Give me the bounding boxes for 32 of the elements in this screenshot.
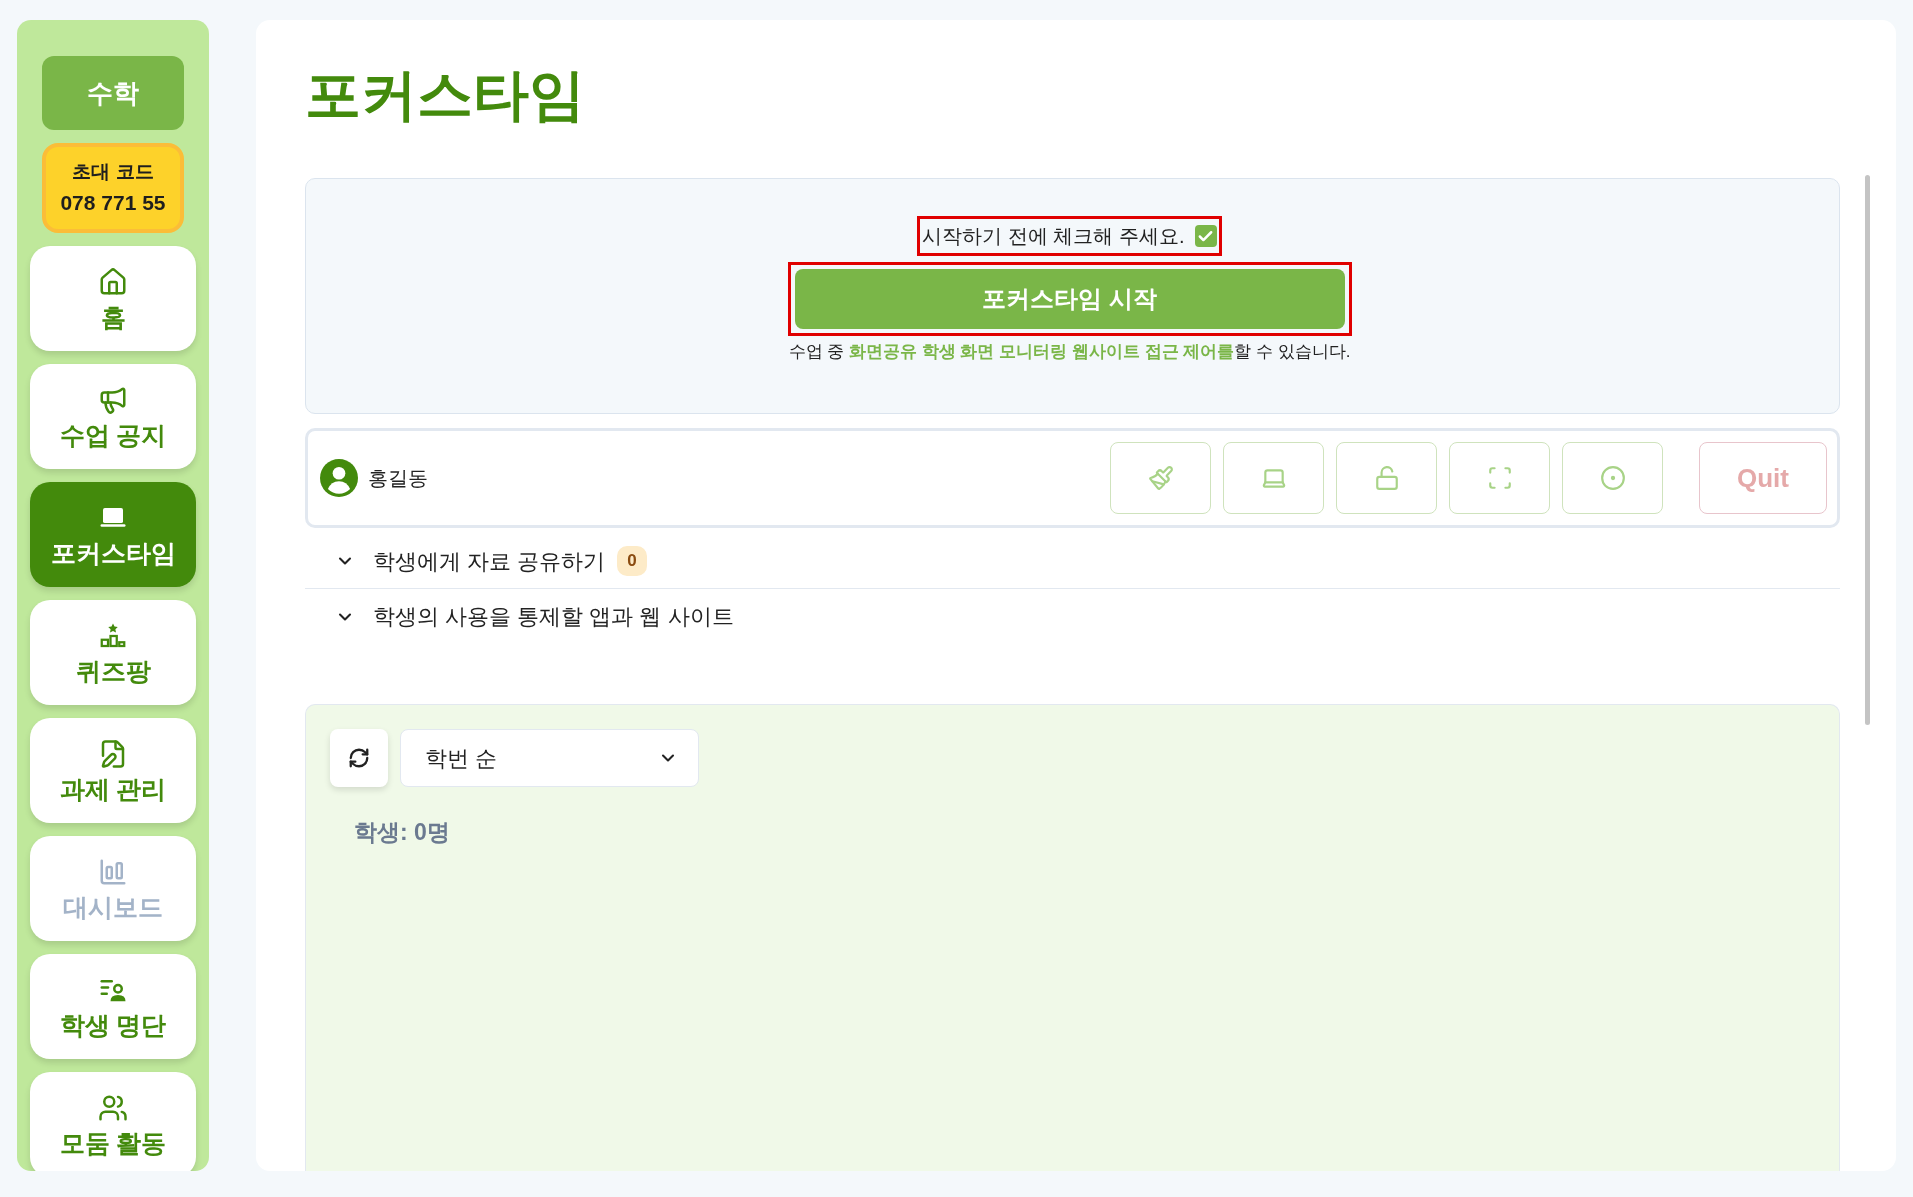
page-title: 포커스타임 (305, 62, 586, 128)
brush-icon (1147, 465, 1174, 491)
avatar-icon (320, 459, 358, 497)
group-icon (98, 1093, 128, 1123)
sort-dropdown[interactable]: 학번 순 (400, 729, 699, 787)
confirm-checkbox[interactable] (1194, 225, 1217, 247)
nav-item[interactable]: 모둠 활동 (30, 1072, 196, 1171)
nav-item[interactable]: 과제 관리 (30, 718, 196, 823)
section-toggle[interactable]: 학생의 사용을 통제할 앱과 웹 사이트 (335, 600, 734, 633)
megaphone-icon (98, 385, 128, 415)
home-icon (98, 267, 128, 297)
fullscreen-icon (1486, 465, 1513, 491)
invite-code: 078 771 55 (60, 189, 166, 216)
nav-item[interactable]: 포커스타임 (30, 482, 196, 587)
bar-chart-icon (98, 857, 128, 887)
unlock-icon (1373, 465, 1400, 491)
description: 수업 중 화면공유 학생 화면 모니터링 웹사이트 접근 제어를할 수 있습니다. (788, 341, 1351, 363)
nav-item[interactable]: 수업 공지 (30, 364, 196, 469)
student-count: 학생: 0명 (354, 818, 451, 847)
invite-code-label: 초대 코드 (72, 160, 154, 184)
nav-item[interactable]: 학생 명단 (30, 954, 196, 1059)
confirm-label: 시작하기 전에 체크해 주세요. (922, 224, 1185, 249)
refresh-button[interactable] (330, 729, 388, 787)
count-badge: 0 (617, 546, 647, 576)
refresh-icon (348, 747, 370, 769)
section-toggle[interactable]: 학생에게 자료 공유하기 (335, 544, 606, 578)
nav-item[interactable]: 홈 (30, 246, 196, 351)
start-button[interactable]: 포커스타임 시작 (794, 269, 1345, 329)
subject-label: 수학 (42, 56, 184, 130)
nav-item[interactable]: 퀴즈팡 (30, 600, 196, 705)
teacher-name: 홍길동 (368, 466, 428, 491)
record-icon (1599, 465, 1626, 491)
